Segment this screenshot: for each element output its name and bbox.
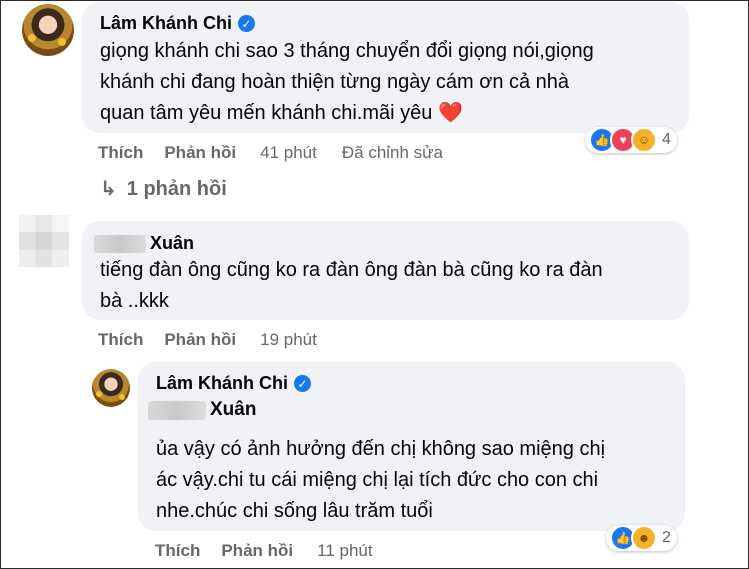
reply-button[interactable]: Phản hồi (164, 143, 236, 163)
reaction-count: 4 (662, 131, 671, 148)
comment-text: ủa vậy có ảnh hưởng đến chị không sao mi… (156, 434, 681, 527)
edited-label: Đã chỉnh sửa (341, 143, 444, 162)
comment-actions: Thích Phản hồi 19 phút (98, 330, 317, 350)
comment-line: khánh chi đang hoàn thiện từng ngày cám … (100, 71, 570, 93)
comment-text: giọng khánh chi sao 3 tháng chuyển đổi g… (100, 36, 685, 129)
reaction-count: 2 (662, 529, 671, 546)
verified-badge-icon: ✓ (294, 375, 312, 392)
comment-actions: Thích Phản hồi 11 phút (155, 541, 373, 561)
comment-line: bà ..kkk (100, 290, 169, 312)
comment-author[interactable]: Lâm Khánh Chi ✓ (156, 373, 312, 394)
redacted-name (148, 400, 206, 420)
flower-decoration (28, 34, 36, 42)
heart-emoji-icon: ❤️ (437, 102, 463, 124)
flower-decoration (96, 391, 102, 397)
comment-line: quan tâm yêu mến khánh chi.mãi yêu ❤️ (100, 102, 463, 124)
timestamp[interactable]: 41 phút (260, 143, 317, 163)
like-button[interactable]: Thích (155, 541, 200, 561)
flower-decoration (119, 394, 125, 400)
reaction-summary[interactable]: 👍 ♥ ☺ 4 (585, 127, 677, 153)
reply-button[interactable]: Phản hồi (164, 330, 236, 350)
flower-decoration (58, 38, 66, 46)
like-button[interactable]: Thích (98, 143, 143, 163)
comment-bubble: Xuân tiếng đàn ông cũng ko ra đàn ông đà… (82, 221, 689, 320)
mention-tag[interactable]: Xuân (148, 399, 256, 421)
reply-button[interactable]: Phản hồi (221, 541, 293, 561)
comment-line: ác vậy.chi tu cái miệng chị lại tích đức… (156, 469, 599, 491)
verified-badge-icon: ✓ (238, 15, 256, 32)
timestamp[interactable]: 11 phút (317, 541, 372, 561)
comment-author[interactable]: Xuân (94, 233, 194, 254)
haha-icon: ☻ (631, 525, 657, 551)
comment-text: tiếng đàn ông cũng ko ra đàn ông đàn bà … (100, 255, 685, 317)
comment-line: tiếng đàn ông cũng ko ra đàn ông đàn bà … (100, 259, 603, 281)
care-icon: ☺ (631, 127, 657, 153)
timestamp[interactable]: 19 phút (260, 330, 317, 350)
like-button[interactable]: Thích (98, 330, 143, 350)
reaction-summary[interactable]: 👍 ☻ 2 (606, 525, 677, 551)
reply-arrow-icon: ↳ (100, 178, 117, 200)
avatar[interactable] (92, 369, 130, 407)
comment-bubble: Lâm Khánh Chi ✓ giọng khánh chi sao 3 th… (82, 2, 689, 133)
comment-actions: Thích Phản hồi 41 phút Đã chỉnh sửa (98, 143, 443, 163)
comment-bubble: Lâm Khánh Chi ✓ Xuân ủa vậy có ảnh hưởng… (138, 362, 685, 531)
avatar[interactable] (19, 215, 69, 267)
comment-line: nhe.chúc chi sống lâu trăm tuổi (156, 500, 433, 522)
comment-author[interactable]: Lâm Khánh Chi ✓ (100, 13, 256, 34)
avatar[interactable] (22, 4, 74, 56)
comment-line: giọng khánh chi sao 3 tháng chuyển đổi g… (100, 40, 594, 62)
comment-line: ủa vậy có ảnh hưởng đến chị không sao mi… (156, 438, 606, 460)
redacted-name (94, 234, 146, 253)
view-replies-link[interactable]: ↳ 1 phản hồi (100, 176, 227, 201)
